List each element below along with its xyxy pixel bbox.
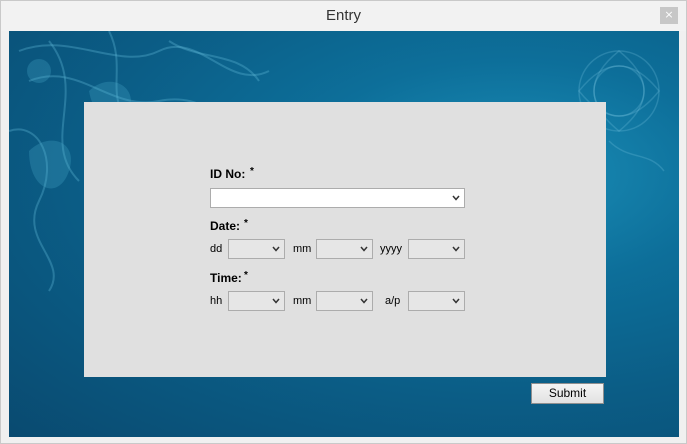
hour-label: hh (210, 295, 223, 307)
minute-select[interactable] (316, 291, 373, 311)
entry-window: Entry × ID No: * Date: * dd mm yyyy Time… (0, 0, 687, 444)
close-button[interactable]: × (660, 7, 678, 24)
title-bar[interactable]: Entry × (1, 1, 686, 31)
chevron-down-icon (452, 246, 460, 252)
day-label: dd (210, 243, 223, 255)
chevron-down-icon (452, 195, 460, 201)
date-required-mark: * (244, 218, 248, 229)
id-required-mark: * (250, 166, 254, 177)
ampm-label: a/p (385, 295, 401, 307)
day-select[interactable] (228, 239, 285, 259)
close-icon: × (664, 8, 674, 21)
id-label: ID No: (210, 167, 246, 181)
date-label: Date: (210, 219, 241, 233)
year-select[interactable] (408, 239, 465, 259)
minute-label: mm (293, 295, 312, 307)
time-required-mark: * (244, 270, 248, 281)
time-label: Time: (210, 271, 242, 285)
client-area: ID No: * Date: * dd mm yyyy Time: * hh m… (9, 31, 679, 437)
id-select[interactable] (210, 188, 465, 208)
chevron-down-icon (452, 298, 460, 304)
month-select[interactable] (316, 239, 373, 259)
month-label: mm (293, 243, 312, 255)
chevron-down-icon (360, 246, 368, 252)
year-label: yyyy (380, 243, 402, 255)
window-title: Entry (325, 7, 361, 24)
chevron-down-icon (360, 298, 368, 304)
submit-button[interactable]: Submit (531, 383, 604, 404)
ampm-select[interactable] (408, 291, 465, 311)
form-panel: ID No: * Date: * dd mm yyyy Time: * hh m… (84, 102, 606, 377)
chevron-down-icon (272, 246, 280, 252)
chevron-down-icon (272, 298, 280, 304)
hour-select[interactable] (228, 291, 285, 311)
